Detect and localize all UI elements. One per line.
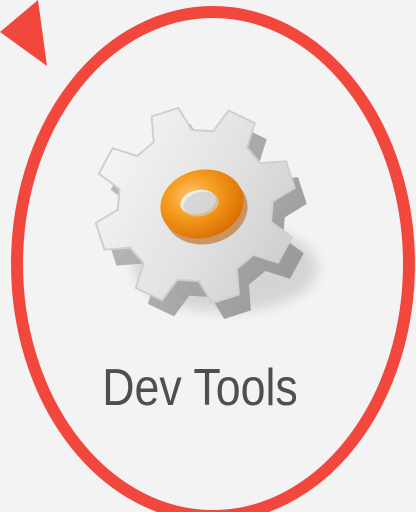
dev-tools-app-icon[interactable]: Dev Tools [40, 70, 360, 470]
gear-icon [94, 106, 318, 320]
app-label: Dev Tools [102, 359, 298, 417]
arrow-pointer-icon [0, 0, 47, 66]
home-screen: Dev Tools [0, 0, 416, 512]
